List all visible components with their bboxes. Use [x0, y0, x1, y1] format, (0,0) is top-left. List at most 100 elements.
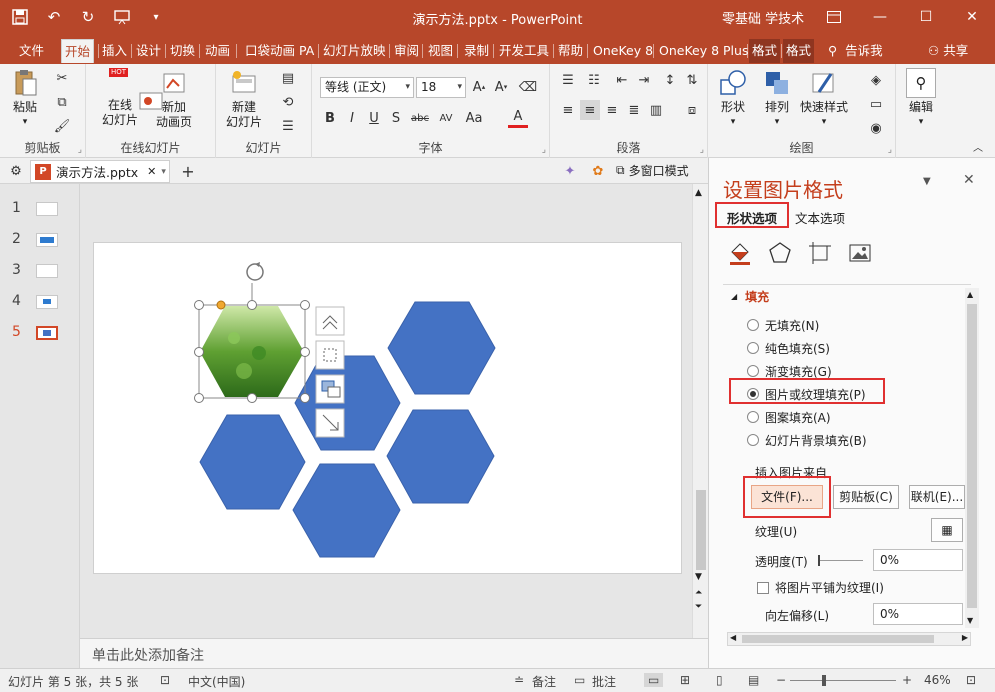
resize-handle[interactable] [300, 300, 310, 310]
dialog-launcher-icon[interactable]: ⌟ [78, 145, 82, 155]
slide-thumbnail[interactable]: 4 [0, 291, 80, 313]
close-icon[interactable]: ✕ [949, 0, 995, 34]
tile-checkbox[interactable]: 将图片平铺为纹理(I) [757, 579, 884, 596]
tab-format-1[interactable]: 格式 [749, 39, 781, 63]
new-slide-button[interactable]: 新建 幻灯片 [226, 68, 262, 130]
font-launcher-icon[interactable]: ⌟ [542, 145, 546, 155]
close-tab-icon[interactable]: ✕ [147, 165, 156, 178]
resize-handle[interactable] [247, 300, 257, 310]
tab-developer[interactable]: 开发工具 [496, 39, 552, 63]
font-name-select[interactable]: 等线 (正文) ▾ [320, 77, 414, 98]
slide-thumbnail-selected[interactable]: 5 [0, 322, 80, 344]
shapes-button[interactable]: 形状 ▾ [718, 68, 748, 130]
resize-handle[interactable] [247, 393, 257, 403]
fill-section-header[interactable]: ◢ 填充 [731, 288, 769, 305]
char-spacing-icon[interactable]: AV [436, 108, 456, 128]
size-properties-icon[interactable] [807, 240, 833, 266]
add-tab-icon[interactable]: + [178, 161, 198, 181]
tab-onekey8[interactable]: OneKey 8 [590, 39, 656, 63]
bold-icon[interactable]: B [320, 108, 340, 128]
cut-icon[interactable]: ✂ [52, 68, 72, 88]
picture-icon[interactable] [847, 240, 873, 266]
zoom-level[interactable]: 46% [924, 673, 951, 687]
resize-handle[interactable] [194, 393, 204, 403]
notes-toggle[interactable]: 备注 [532, 673, 556, 690]
tell-me[interactable]: ⚲ 告诉我 [825, 39, 886, 63]
numbering-icon[interactable]: ☷ [584, 70, 604, 90]
pane-scroll-thumb[interactable] [967, 304, 977, 608]
strikethrough-icon[interactable]: abc [410, 108, 430, 128]
tab-pocket-animation[interactable]: 口袋动画 PA [242, 39, 317, 63]
slide[interactable] [93, 242, 682, 574]
arrange-button[interactable]: 排列 ▾ [762, 68, 792, 130]
pane-scroll-up-icon[interactable]: ▲ [967, 290, 973, 299]
distribute-icon[interactable]: ▥ [646, 100, 666, 120]
hexagon-shape[interactable] [294, 355, 401, 451]
tab-format-2[interactable]: 格式 [783, 39, 815, 63]
editing-button[interactable]: ⚲ 编辑 ▾ [906, 68, 936, 130]
tab-transitions[interactable]: 切换 [167, 39, 198, 63]
tab-review[interactable]: 审阅 [391, 39, 422, 63]
decrease-indent-icon[interactable]: ⇤ [612, 70, 632, 90]
slider-thumb[interactable] [818, 555, 820, 566]
tab-list-icon[interactable]: ▾ [161, 167, 166, 177]
collapse-ribbon-icon[interactable]: ︿ [968, 136, 988, 156]
tab-animations[interactable]: 动画 [202, 39, 233, 63]
collapse-icon[interactable] [315, 306, 345, 336]
crop-icon[interactable] [315, 408, 345, 438]
layout-icon[interactable]: ▤ [278, 68, 298, 88]
minimize-icon[interactable]: — [857, 0, 903, 34]
fit-to-window-icon[interactable]: ⊡ [966, 673, 976, 687]
scroll-thumb[interactable] [696, 490, 706, 570]
spellcheck-icon[interactable]: ⊡ [160, 673, 170, 687]
increase-font-icon[interactable]: A ▴ [469, 77, 489, 97]
quick-style-button[interactable]: 快速样式 ▾ [800, 68, 848, 130]
fill-line-icon[interactable] [727, 240, 753, 266]
shape-fill-icon[interactable]: ◈ [866, 70, 886, 90]
font-color-icon[interactable]: A [508, 108, 528, 128]
share-button[interactable]: ⚇ 共享 [925, 39, 971, 63]
effects-icon[interactable] [767, 240, 793, 266]
tab-slideshow[interactable]: 幻灯片放映 [320, 39, 389, 63]
line-spacing-icon[interactable]: ↕ [660, 70, 680, 90]
pane-scroll-down-icon[interactable]: ▼ [967, 616, 973, 625]
tab-view[interactable]: 视图 [425, 39, 456, 63]
gear-icon[interactable]: ⚙ [6, 161, 26, 181]
align-center-object-icon[interactable] [315, 340, 345, 370]
document-tab[interactable]: P 演示方法.pptx ✕ ▾ [30, 160, 170, 183]
rotate-handle-icon[interactable] [246, 262, 264, 281]
hexagon-shape[interactable] [386, 409, 495, 504]
hexagon-shape[interactable] [292, 463, 401, 558]
bullets-icon[interactable]: ☰ [558, 70, 578, 90]
tab-insert[interactable]: 插入 [99, 39, 130, 63]
reset-icon[interactable]: ⟲ [278, 92, 298, 112]
resize-handle[interactable] [194, 347, 204, 357]
section-icon[interactable]: ☰ [278, 116, 298, 136]
next-slide-icon[interactable]: ⏷ [695, 602, 702, 612]
sorter-view-icon[interactable]: ⊞ [680, 673, 690, 687]
zoom-out-icon[interactable]: − [776, 673, 786, 687]
radio-picture-fill[interactable]: 图片或纹理填充(P) [747, 385, 866, 403]
tab-file[interactable]: 文件 [16, 39, 47, 63]
decrease-font-icon[interactable]: A ▾ [491, 77, 511, 97]
align-left-icon[interactable]: ≡ [558, 100, 578, 120]
resize-handle[interactable] [300, 347, 310, 357]
copy-icon[interactable]: ⧉ [52, 92, 72, 112]
texture-picker[interactable]: ▦ [931, 518, 963, 542]
transparency-input[interactable]: 0% [873, 549, 963, 571]
tab-home[interactable]: 开始 [61, 39, 95, 63]
tab-help[interactable]: 帮助 [555, 39, 586, 63]
text-direction-icon[interactable]: ⇅ [682, 70, 702, 90]
new-anim-page-button[interactable]: 新加 动画页 [156, 68, 192, 130]
file-button[interactable]: 文件(F)... [751, 485, 823, 509]
radio-solid-fill[interactable]: 纯色填充(S) [747, 339, 830, 357]
clipboard-button[interactable]: 剪贴板(C) [833, 485, 899, 509]
notes-area[interactable]: 单击此处添加备注 [80, 638, 708, 668]
pane-hscroll-thumb[interactable] [742, 635, 934, 643]
slide-thumbnail[interactable]: 2 [0, 229, 80, 251]
tab-design[interactable]: 设计 [133, 39, 164, 63]
italic-icon[interactable]: I [342, 108, 362, 128]
shape-effects-icon[interactable]: ◉ [866, 118, 886, 138]
slide-thumbnail[interactable]: 3 [0, 260, 80, 282]
radio-no-fill[interactable]: 无填充(N) [747, 316, 819, 334]
